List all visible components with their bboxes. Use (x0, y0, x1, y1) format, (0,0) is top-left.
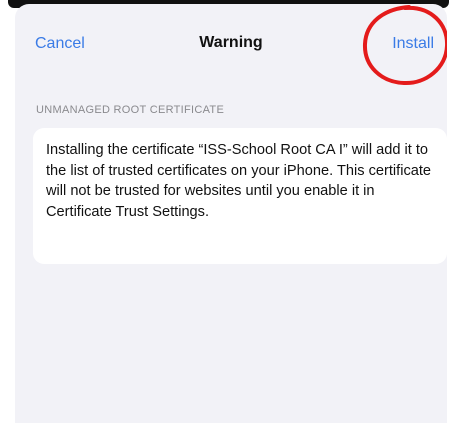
certificate-warning-sheet: Cancel Warning Install UNMANAGED ROOT CE… (15, 4, 447, 423)
install-button[interactable]: Install (392, 35, 434, 53)
screen: Cancel Warning Install UNMANAGED ROOT CE… (0, 0, 459, 423)
section-header: UNMANAGED ROOT CERTIFICATE (36, 104, 225, 116)
certificate-warning-message: Installing the certificate “ISS-School R… (46, 142, 432, 220)
page-title: Warning (199, 34, 263, 51)
certificate-info-card: Installing the certificate “ISS-School R… (33, 128, 447, 264)
